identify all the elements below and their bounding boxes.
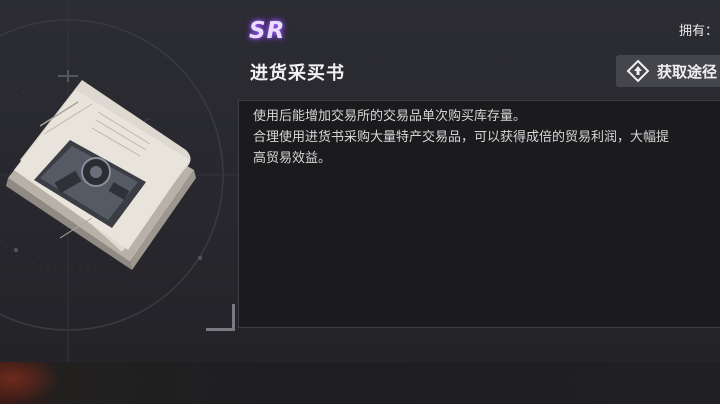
acquire-source-button[interactable]: 获取途径 <box>616 55 720 87</box>
acquire-source-label: 获取途径 <box>657 62 718 81</box>
bottom-strip <box>0 362 720 404</box>
diamond-arrow-icon <box>626 59 650 83</box>
description-line: 使用后能增加交易所的交易品单次购买库存量。 <box>253 109 527 124</box>
bottom-glow <box>0 362 60 404</box>
description-line: 高贸易效益。 <box>253 151 332 166</box>
book-icon <box>6 80 196 270</box>
description-line: 合理使用进货书采购大量特产交易品，可以获得成倍的贸易利润，大幅提 <box>253 130 670 145</box>
item-detail-panel: SR 进货采买书 拥有： 获取途径 使用后能增加交易所的交易品单次购买库存量。 … <box>0 0 720 362</box>
item-description: 使用后能增加交易所的交易品单次购买库存量。 合理使用进货书采购大量特产交易品，可… <box>238 100 720 328</box>
item-art-area <box>0 0 238 362</box>
corner-bracket <box>206 304 235 331</box>
item-title: 进货采买书 <box>250 63 345 84</box>
owned-count-label: 拥有： <box>679 24 719 39</box>
rarity-badge: SR <box>249 18 286 44</box>
